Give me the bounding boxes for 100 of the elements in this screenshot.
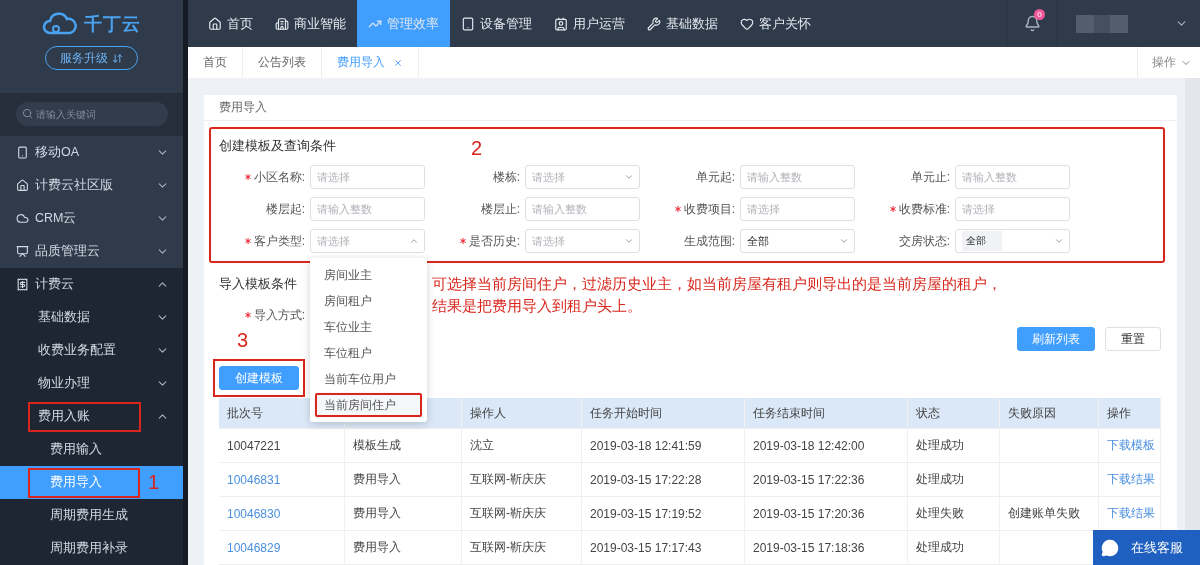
nav-icon: [554, 16, 568, 31]
table-cell: 10047221: [219, 429, 345, 462]
sidebar-item[interactable]: CRM云: [0, 202, 183, 236]
table-cell: 2019-03-15 17:18:36: [745, 531, 908, 564]
chat-icon: [1101, 538, 1119, 557]
blurred-user-name: [1076, 14, 1128, 33]
download-link[interactable]: 下载结果: [1099, 463, 1161, 496]
table-cell: 处理成功: [908, 463, 1000, 496]
menu-icon: [16, 278, 29, 292]
field-label: 单元起:: [694, 168, 735, 186]
table-cell: 2019-03-15 17:22:36: [745, 463, 908, 496]
brand-name: 千丁云: [84, 13, 141, 36]
table-cell: 费用导入: [345, 497, 462, 530]
caret-down-icon: [624, 236, 634, 246]
field-label: 交房状态:: [897, 232, 950, 250]
column-header: 状态: [908, 398, 1000, 428]
caret-down-icon: [1054, 236, 1064, 246]
field-label: 客户类型:: [211, 232, 305, 250]
page-tab[interactable]: 公告列表: [243, 47, 322, 78]
callout-number: 3: [237, 329, 249, 352]
callout-number: 2: [471, 137, 483, 160]
table-cell: 互联网-靳庆庆: [462, 497, 582, 530]
cloud-logo-icon: [42, 12, 78, 36]
online-service-button[interactable]: 在线客服: [1093, 530, 1200, 565]
column-header: 任务结束时间: [745, 398, 908, 428]
section-title: 导入模板条件: [219, 275, 297, 293]
search-field[interactable]: 请输入关键词: [16, 102, 168, 127]
search-icon: [22, 108, 33, 120]
column-header: 失败原因: [1000, 398, 1099, 428]
table-cell: 处理失败: [908, 497, 1000, 530]
field-label: 收费项目:: [641, 200, 735, 218]
select-field[interactable]: 全部: [955, 229, 1070, 253]
dropdown-option[interactable]: 当前房间住户: [314, 392, 423, 418]
dropdown-option[interactable]: 车位租户: [310, 340, 427, 366]
notification-badge: 0: [1034, 9, 1045, 20]
arrows-icon: [112, 52, 123, 64]
dropdown-option[interactable]: 房间业主: [310, 262, 427, 288]
nav-icon: [208, 16, 222, 31]
nav-tab[interactable]: 商业智能: [264, 0, 357, 47]
menu-icon: [16, 146, 29, 160]
scrollbar[interactable]: [1185, 78, 1200, 530]
nav-tab[interactable]: 设备管理: [450, 0, 543, 47]
batch-link[interactable]: 10046829: [219, 531, 345, 564]
menu-icon: [16, 179, 29, 193]
nav-tab[interactable]: 用户运营: [543, 0, 636, 47]
table-cell: 处理成功: [908, 531, 1000, 564]
field-label: 小区名称:: [211, 168, 305, 186]
annotation-note: 结果是把费用导入到租户头上。: [432, 297, 642, 316]
dropdown-option[interactable]: 房间租户: [310, 288, 427, 314]
field-label: 单元止:: [909, 168, 950, 186]
download-link[interactable]: 下载模板: [1099, 429, 1161, 462]
bell-icon[interactable]: [1023, 15, 1041, 32]
nav-icon: [461, 16, 475, 31]
select-field[interactable]: 全部: [740, 229, 855, 253]
reset-button[interactable]: 重置: [1105, 327, 1161, 351]
section-title: 创建模板及查询条件: [219, 137, 336, 155]
nav-icon: [275, 16, 289, 31]
caret-down-icon: [839, 236, 849, 246]
nav-icon: [647, 16, 661, 31]
page-tab[interactable]: 首页: [188, 47, 243, 78]
table-cell: 2019-03-15 17:20:36: [745, 497, 908, 530]
callout-number: 1: [148, 471, 160, 494]
table-cell: 2019-03-15 17:19:52: [582, 497, 745, 530]
table-cell: 费用导入: [345, 463, 462, 496]
table-cell: 2019-03-18 12:41:59: [582, 429, 745, 462]
dropdown-option[interactable]: 当前车位用户: [310, 366, 427, 392]
table-cell: 互联网-靳庆庆: [462, 531, 582, 564]
column-header: 任务开始时间: [582, 398, 745, 428]
sidebar-item[interactable]: 移动OA: [0, 136, 183, 170]
table-cell: 2019-03-15 17:22:28: [582, 463, 745, 496]
nav-tab[interactable]: 首页: [197, 0, 264, 47]
table-cell: 处理成功: [908, 429, 1000, 462]
table-cell: 沈立: [462, 429, 582, 462]
sidebar-item[interactable]: 品质管理云: [0, 235, 183, 269]
field-label: 楼层止:: [479, 200, 520, 218]
sidebar-item[interactable]: 计费云社区版: [0, 169, 183, 203]
caret-up-icon: [409, 236, 419, 246]
table-cell: 2019-03-18 12:42:00: [745, 429, 908, 462]
menu-icon: [16, 212, 29, 226]
nav-tab[interactable]: 客户关怀: [729, 0, 822, 47]
field-label: 楼层起:: [264, 200, 305, 218]
menu-icon: [16, 245, 29, 259]
field-label: 生成范围:: [682, 232, 735, 250]
close-icon[interactable]: [393, 57, 403, 68]
nav-icon: [740, 16, 754, 31]
field-label: 收费标准:: [856, 200, 950, 218]
caret-down-icon: [624, 172, 634, 182]
field-label: 是否历史:: [426, 232, 520, 250]
nav-tab[interactable]: 基础数据: [636, 0, 729, 47]
table-cell: 2019-03-15 17:17:43: [582, 531, 745, 564]
field-label: 导入方式:: [211, 306, 305, 324]
column-header: 操作: [1099, 398, 1161, 428]
table-cell: 互联网-靳庆庆: [462, 463, 582, 496]
table-cell: 费用导入: [345, 531, 462, 564]
card-title: 费用导入: [219, 99, 267, 116]
tag: 全部: [962, 231, 1002, 251]
annotation-note: 可选择当前房间住户，过滤历史业主，如当前房屋有租户则导出的是当前房屋的租户，: [432, 275, 1002, 294]
field-label: 楼栋:: [491, 168, 520, 186]
column-header: 操作人: [462, 398, 582, 428]
dropdown-option[interactable]: 车位业主: [310, 314, 427, 340]
